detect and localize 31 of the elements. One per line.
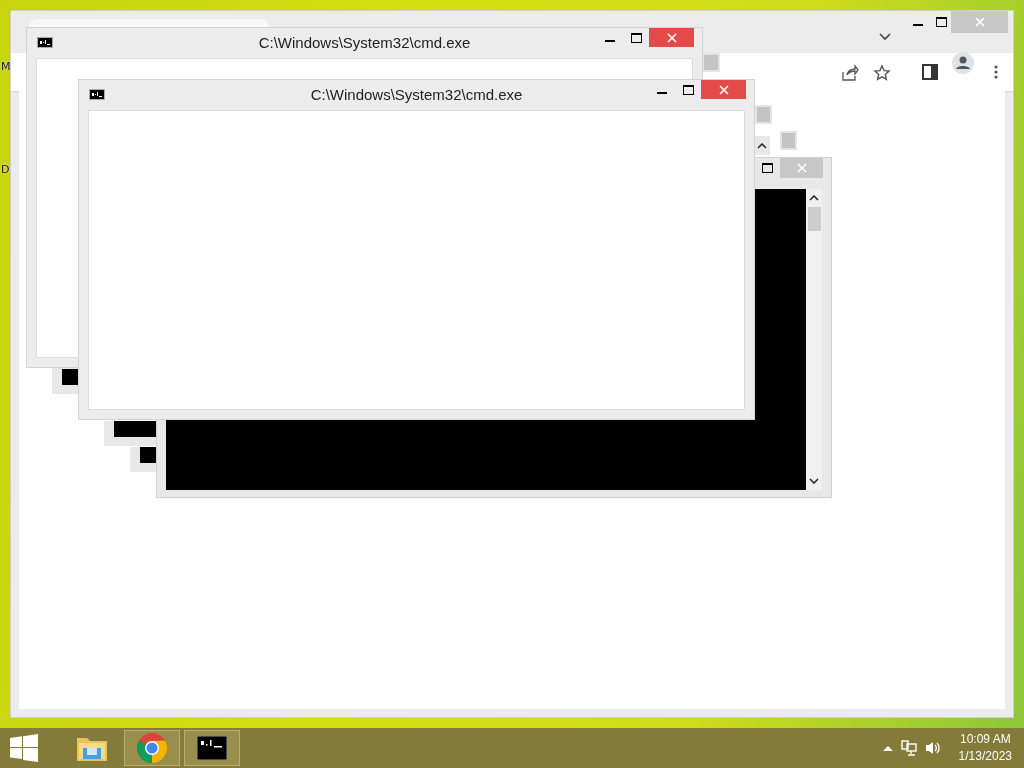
- scrollbar[interactable]: [806, 189, 822, 490]
- console-icon: [37, 37, 53, 48]
- side-panel-icon[interactable]: [922, 64, 938, 80]
- chevron-up-icon: [757, 142, 767, 149]
- show-hidden-icons-icon[interactable]: [882, 745, 893, 751]
- scrollbar-thumb[interactable]: [807, 207, 821, 231]
- desktop-icon-label: M: [1, 60, 11, 73]
- console-icon: [197, 736, 227, 760]
- profile-icon[interactable]: [951, 51, 975, 75]
- console-taskbar-button[interactable]: [184, 730, 240, 766]
- window-title: C:\Windows\System32\cmd.exe: [258, 34, 471, 51]
- start-icon[interactable]: [10, 734, 38, 762]
- clock-time[interactable]: 10:09 AM: [959, 731, 1011, 748]
- star-icon[interactable]: [873, 64, 891, 82]
- chevron-down-icon[interactable]: [809, 478, 819, 484]
- close-icon: [796, 163, 807, 173]
- window-frame: [780, 131, 797, 150]
- close-icon: [666, 32, 677, 43]
- console-icon: [89, 89, 105, 100]
- clock-date[interactable]: 1/13/2023: [958, 748, 1012, 765]
- desktop-icon-label: D: [1, 163, 10, 176]
- menu-icon[interactable]: [993, 64, 999, 80]
- share-icon[interactable]: [841, 64, 859, 82]
- volume-icon[interactable]: [924, 740, 941, 756]
- close-icon: [974, 17, 985, 27]
- network-icon[interactable]: [900, 740, 917, 756]
- chevron-up-icon[interactable]: [809, 195, 819, 201]
- window-title: C:\Windows\System32\cmd.exe: [310, 86, 523, 103]
- close-icon: [718, 84, 729, 95]
- chevron-down-icon[interactable]: [879, 33, 891, 41]
- browser-logo-icon: [136, 732, 168, 764]
